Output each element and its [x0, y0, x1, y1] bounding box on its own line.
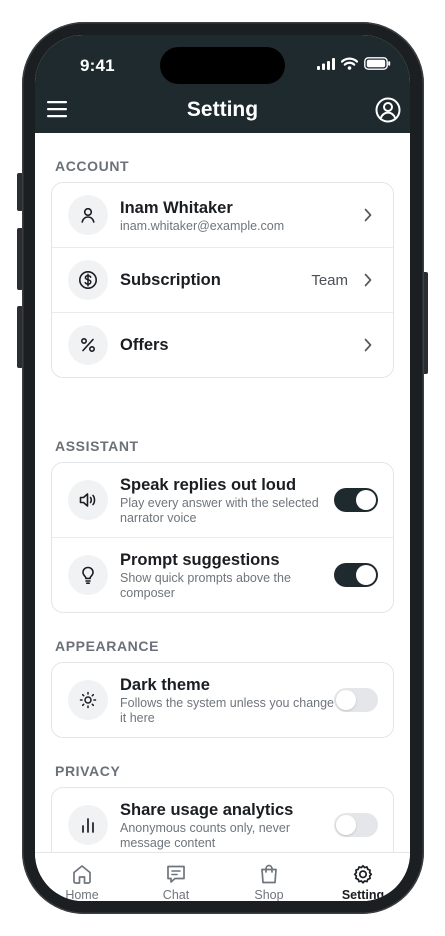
profile-row[interactable]: Inam Whitaker inam.whitaker@example.com — [52, 183, 393, 248]
prompt-suggestions-row: Prompt suggestions Show quick prompts ab… — [52, 538, 393, 612]
toggle-knob — [356, 490, 376, 510]
bar-chart-icon — [68, 805, 108, 845]
subscription-plan-value: Team — [311, 272, 348, 289]
wifi-icon — [341, 57, 358, 70]
chevron-right-icon — [364, 208, 372, 222]
status-time: 9:41 — [80, 56, 115, 75]
toggle-knob — [336, 815, 356, 835]
share-analytics-toggle[interactable] — [334, 813, 378, 837]
dark-theme-label: Dark theme — [120, 676, 210, 694]
profile-email: inam.whitaker@example.com — [120, 219, 285, 233]
subscription-row[interactable]: Subscription Team — [52, 248, 393, 313]
toggle-knob — [336, 690, 356, 710]
speak-replies-toggle[interactable] — [334, 488, 378, 512]
tab-bar: Home Chat Shop Setting — [35, 852, 410, 901]
subscription-label: Subscription — [120, 271, 221, 289]
speaker-icon — [68, 480, 108, 520]
screen: 9:41 Setting ACCOUNT Inam Whitaker inam.… — [35, 35, 410, 901]
share-analytics-description: Anonymous counts only, never message con… — [120, 821, 291, 850]
chevron-right-icon — [364, 273, 372, 287]
gear-icon — [353, 864, 373, 884]
offers-label: Offers — [120, 336, 169, 354]
appearance-card: Dark theme Follows the system unless you… — [51, 662, 394, 738]
section-title-account: ACCOUNT — [55, 158, 130, 174]
speak-replies-row: Speak replies out loud Play every answer… — [52, 463, 393, 538]
account-card: Inam Whitaker inam.whitaker@example.com … — [51, 182, 394, 378]
share-analytics-label: Share usage analytics — [120, 801, 294, 819]
dynamic-island — [160, 47, 285, 84]
user-profile-icon[interactable] — [375, 97, 401, 123]
tab-shop[interactable]: Shop — [222, 853, 316, 901]
prompt-suggestions-description: Show quick prompts above the composer — [120, 571, 291, 600]
speak-replies-label: Speak replies out loud — [120, 476, 297, 494]
section-title-privacy: PRIVACY — [55, 763, 121, 779]
home-icon — [73, 865, 91, 884]
tab-chat[interactable]: Chat — [129, 853, 223, 901]
user-icon — [68, 195, 108, 235]
sun-icon — [68, 680, 108, 720]
prompt-suggestions-toggle[interactable] — [334, 563, 378, 587]
settings-content[interactable]: ACCOUNT Inam Whitaker inam.whitaker@exam… — [35, 133, 410, 853]
lightbulb-icon — [68, 555, 108, 595]
profile-name: Inam Whitaker — [120, 199, 233, 217]
speak-replies-description: Play every answer with the selected narr… — [120, 496, 319, 525]
dark-theme-row: Dark theme Follows the system unless you… — [52, 663, 393, 737]
offers-row[interactable]: Offers — [52, 313, 393, 377]
tab-label-shop: Shop — [254, 888, 284, 901]
privacy-card: Share usage analytics Anonymous counts o… — [51, 787, 394, 853]
section-title-assistant: ASSISTANT — [55, 438, 139, 454]
app-header: 9:41 Setting — [35, 35, 410, 133]
cellular-signal-icon — [317, 57, 335, 70]
toggle-knob — [356, 565, 376, 585]
dark-theme-toggle[interactable] — [334, 688, 378, 712]
section-title-appearance: APPEARANCE — [55, 638, 160, 654]
dark-theme-description: Follows the system unless you change it … — [120, 696, 334, 725]
chevron-right-icon — [364, 338, 372, 352]
tab-setting[interactable]: Setting — [316, 853, 410, 901]
tab-home[interactable]: Home — [35, 853, 129, 901]
page-title: Setting — [186, 98, 259, 121]
status-icons — [317, 57, 391, 70]
tab-label-chat: Chat — [162, 888, 190, 901]
tab-label-home: Home — [65, 888, 99, 901]
share-analytics-row: Share usage analytics Anonymous counts o… — [52, 788, 393, 853]
percent-icon — [68, 325, 108, 365]
shopping-bag-icon — [261, 864, 277, 884]
prompt-suggestions-label: Prompt suggestions — [120, 551, 280, 569]
battery-icon — [364, 57, 391, 70]
dollar-icon — [68, 260, 108, 300]
assistant-card: Speak replies out loud Play every answer… — [51, 462, 394, 613]
chat-icon — [167, 865, 185, 883]
tab-label-setting: Setting — [341, 888, 385, 901]
